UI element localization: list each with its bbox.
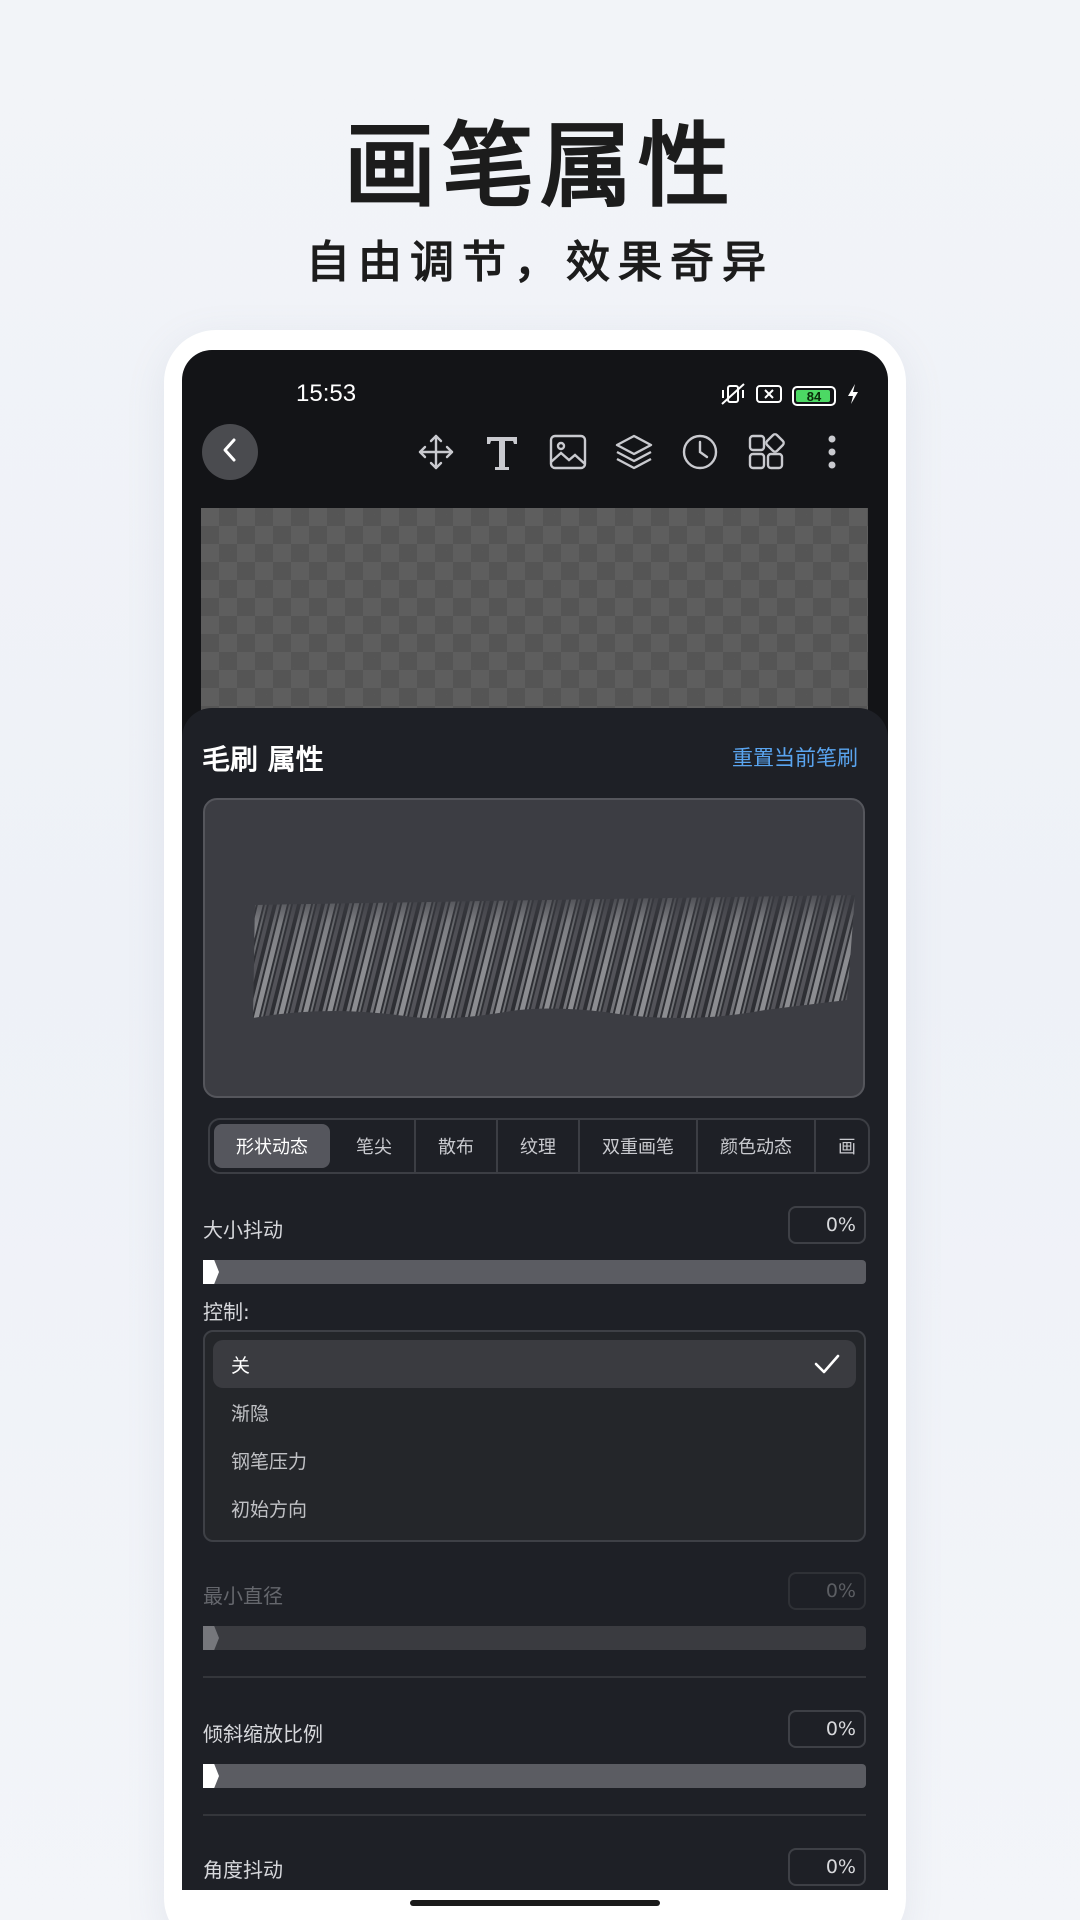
battery-level: 84 <box>806 388 822 404</box>
control-option-off[interactable]: 关 <box>213 1340 856 1388</box>
property-tabs: 形状动态 笔尖 散布 纹理 双重画笔 颜色动态 画 <box>208 1118 870 1174</box>
size-jitter-value[interactable]: 0% <box>788 1206 866 1244</box>
more-vertical-icon[interactable] <box>810 430 854 474</box>
divider <box>203 1814 866 1816</box>
divider <box>203 1676 866 1678</box>
promo-subline: 自由调节，效果奇异 <box>306 237 774 288</box>
sim-off-icon <box>756 383 782 409</box>
control-option-initial-direction[interactable]: 初始方向 <box>213 1484 856 1532</box>
layers-icon[interactable] <box>612 430 656 474</box>
option-label: 关 <box>231 1354 251 1377</box>
tab-color-dynamics[interactable]: 颜色动态 <box>698 1120 816 1172</box>
tab-dual-brush[interactable]: 双重画笔 <box>580 1120 698 1172</box>
toolbar <box>414 430 854 474</box>
promo-headline: 画笔属性 <box>343 112 736 220</box>
battery-icon: 84 <box>792 386 836 406</box>
back-button[interactable] <box>202 424 258 480</box>
angle-jitter-value[interactable]: 0% <box>788 1848 866 1886</box>
home-indicator <box>410 1900 660 1906</box>
reset-brush-button[interactable]: 重置当前笔刷 <box>732 742 858 772</box>
tab-texture[interactable]: 纹理 <box>498 1120 580 1172</box>
slider-thumb[interactable] <box>203 1260 219 1284</box>
slider-thumb <box>203 1626 219 1650</box>
vibrate-mute-icon <box>720 382 746 410</box>
control-label: 控制: <box>203 1300 250 1324</box>
tab-scattering[interactable]: 散布 <box>416 1120 498 1172</box>
control-option-fade[interactable]: 渐隐 <box>213 1388 856 1436</box>
control-option-pen-pressure[interactable]: 钢笔压力 <box>213 1436 856 1484</box>
grid-icon[interactable] <box>744 430 788 474</box>
status-icons: 84 <box>720 382 860 410</box>
check-icon <box>814 1352 840 1381</box>
status-time: 15:53 <box>296 380 357 407</box>
tab-more[interactable]: 画 <box>816 1120 868 1172</box>
panel-title: 毛刷 属性 <box>202 743 324 776</box>
size-jitter-label: 大小抖动 <box>203 1218 283 1242</box>
angle-jitter-label: 角度抖动 <box>203 1858 283 1882</box>
slider-thumb[interactable] <box>203 1764 219 1788</box>
move-icon[interactable] <box>414 430 458 474</box>
charging-icon <box>846 383 860 409</box>
tilt-scale-slider[interactable] <box>203 1764 866 1788</box>
min-diameter-value: 0% <box>788 1572 866 1610</box>
size-jitter-slider[interactable] <box>203 1260 866 1284</box>
min-diameter-slider <box>203 1626 866 1650</box>
brush-properties-panel: 毛刷 属性 重置当前笔刷 形状动态 笔尖 散布 纹理 双重画笔 颜色动态 画 大… <box>182 708 888 1890</box>
image-icon[interactable] <box>546 430 590 474</box>
app-screen: 15:53 84 毛刷 属性 重置当前笔刷 形状动态 笔尖 散布 纹理 双重画笔… <box>182 350 888 1890</box>
tilt-scale-value[interactable]: 0% <box>788 1710 866 1748</box>
text-icon[interactable] <box>480 430 524 474</box>
brush-stroke-preview <box>203 798 865 1098</box>
tab-brush-tip[interactable]: 笔尖 <box>334 1120 416 1172</box>
tab-shape-dynamics[interactable]: 形状动态 <box>214 1124 330 1168</box>
history-icon[interactable] <box>678 430 722 474</box>
chevron-left-icon <box>219 437 241 467</box>
tilt-scale-label: 倾斜缩放比例 <box>203 1722 323 1746</box>
control-dropdown[interactable]: 关 渐隐 钢笔压力 初始方向 <box>203 1330 866 1542</box>
min-diameter-label: 最小直径 <box>203 1584 283 1608</box>
